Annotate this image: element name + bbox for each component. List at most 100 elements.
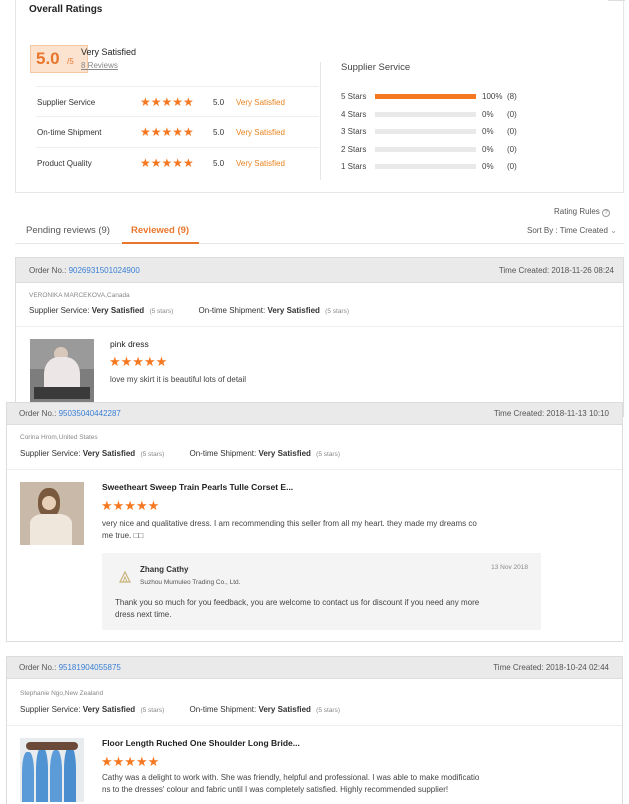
rating-rules-link[interactable]: Rating Rules ? <box>554 207 611 217</box>
distribution-percent: 0% <box>482 145 494 154</box>
dimension-verdict: Very Satisfied <box>236 128 285 137</box>
review-comment-line-1: Cathy was a delight to work with. She wa… <box>102 773 480 782</box>
tabs-divider <box>15 243 624 244</box>
review-stars: ★★★★★ <box>101 754 160 769</box>
divider <box>7 469 622 470</box>
review-header: Order No.: 95181904055875 Time Created: … <box>7 657 622 679</box>
dimension-stars: ★★★★★ <box>140 125 194 139</box>
overall-score: 5.0 <box>36 49 60 68</box>
review-comment-line-2: me true. □□ <box>102 531 144 540</box>
overall-ratings-title: Overall Ratings <box>29 4 103 15</box>
shipment-stars: (5 stars) <box>316 451 341 458</box>
supplier-service-value: Very Satisfied <box>91 306 145 315</box>
product-title[interactable]: Floor Length Ruched One Shoulder Long Br… <box>102 738 300 748</box>
divider <box>16 326 623 327</box>
review-card: Order No.: 95035040442287 Time Created: … <box>6 402 623 642</box>
supplier-service-stars: (5 stars) <box>140 707 165 714</box>
review-comment-line-1: very nice and qualitative dress. I am re… <box>102 519 477 528</box>
tab-reviewed[interactable]: Reviewed (9) <box>122 225 199 244</box>
order-label: Order No.: <box>19 409 57 418</box>
time-created: Time Created: 2018-11-13 10:10 <box>493 409 609 418</box>
product-title[interactable]: pink dress <box>110 339 149 349</box>
supplier-service-value: Very Satisfied <box>82 449 136 458</box>
dimension-value: 5.0 <box>213 98 225 107</box>
reply-date: 13 Nov 2018 <box>491 564 528 571</box>
review-comment-line-2: ns to the dresses' colour and fabric unt… <box>102 785 449 794</box>
seller-logo-icon <box>118 570 132 583</box>
distribution-count: (8) <box>507 92 517 101</box>
review-card: Order No.: 9026931501024900 Time Created… <box>15 257 624 417</box>
chevron-down-icon: ⌄ <box>610 226 617 235</box>
review-card: Order No.: 95181904055875 Time Created: … <box>6 656 623 804</box>
shipment-value: Very Satisfied <box>258 449 311 458</box>
divider <box>320 62 321 180</box>
product-thumbnail[interactable] <box>20 482 84 545</box>
card-edge <box>608 0 625 1</box>
distribution-bar <box>375 147 476 152</box>
supplier-service-label: Supplier Service: <box>20 705 81 714</box>
sort-dropdown[interactable]: Sort By : Time Created ⌄ <box>527 226 617 235</box>
distribution-percent: 0% <box>482 127 494 136</box>
overall-verdict: Very Satisfied <box>81 47 137 57</box>
dimension-stars: ★★★★★ <box>140 156 194 170</box>
dimension-verdict: Very Satisfied <box>236 98 285 107</box>
review-comment: love my skirt it is beautiful lots of de… <box>110 375 247 384</box>
distribution-percent: 0% <box>482 110 494 119</box>
order-number-link[interactable]: 95181904055875 <box>59 663 121 672</box>
dimension-value: 5.0 <box>213 159 225 168</box>
dimension-stars: ★★★★★ <box>140 95 194 109</box>
distribution-bar <box>375 129 476 134</box>
overall-score-suffix: /5 <box>67 57 74 66</box>
order-label: Order No.: <box>29 266 67 275</box>
shipment-stars: (5 stars) <box>325 308 350 315</box>
shipment-stars: (5 stars) <box>316 707 341 714</box>
review-stars: ★★★★★ <box>101 498 160 513</box>
order-info: Order No.: 95181904055875 <box>19 663 121 672</box>
order-info: Order No.: 9026931501024900 <box>29 266 140 275</box>
distribution-bar <box>375 164 476 169</box>
overall-reviews-count: 8 Reviews <box>81 61 118 70</box>
distribution-label: 1 Stars <box>341 162 367 171</box>
reviewer-name: Stephanie Ngo,New Zealand <box>20 690 104 697</box>
supplier-service-label: Supplier Service: <box>20 449 81 458</box>
dimension-label: Product Quality <box>37 159 92 168</box>
dimension-verdict: Very Satisfied <box>236 159 285 168</box>
sort-label: Sort By : Time Created <box>527 226 608 235</box>
distribution-bar-fill <box>375 94 476 99</box>
rating-rules-label: Rating Rules <box>554 207 600 216</box>
product-thumbnail[interactable] <box>30 339 94 403</box>
time-created: Time Created: 2018-10-24 02:44 <box>493 663 609 672</box>
distribution-count: (0) <box>507 110 517 119</box>
distribution-label: 2 Stars <box>341 145 367 154</box>
dimension-row-supplier-service: Supplier Service ★★★★★ 5.0 Very Satisfie… <box>36 86 319 117</box>
shipment-value: Very Satisfied <box>258 705 311 714</box>
tab-pending-reviews[interactable]: Pending reviews (9) <box>26 225 110 236</box>
dimension-label: Supplier Service <box>37 98 96 107</box>
time-created: Time Created: 2018-11-26 08:24 <box>498 266 614 275</box>
distribution-label: 5 Stars <box>341 92 367 101</box>
overall-score-badge: 5.0 /5 <box>30 45 88 73</box>
dimension-value: 5.0 <box>213 128 225 137</box>
supplier-service-label: Supplier Service: <box>29 306 90 315</box>
overall-ratings-card: Overall Ratings 5.0 /5 Very Satisfied 8 … <box>15 0 625 193</box>
reply-company: Suzhou Mumuleo Trading Co., Ltd. <box>140 579 241 586</box>
divider <box>7 725 622 726</box>
reply-text-line-1: Thank you so much for you feedback, you … <box>115 598 480 607</box>
reply-text-line-2: dress next time. <box>115 610 172 619</box>
distribution-percent: 0% <box>482 162 494 171</box>
supplier-service-stars: (5 stars) <box>140 451 165 458</box>
dimension-row-product-quality: Product Quality ★★★★★ 5.0 Very Satisfied <box>36 148 319 179</box>
order-info: Order No.: 95035040442287 <box>19 409 121 418</box>
order-number-link[interactable]: 95035040442287 <box>59 409 121 418</box>
dimension-row-on-time-shipment: On-time Shipment ★★★★★ 5.0 Very Satisfie… <box>36 117 319 148</box>
seller-reply: Zhang Cathy 13 Nov 2018 Suzhou Mumuleo T… <box>102 553 541 630</box>
shipment-label: On-time Shipment: <box>189 705 257 714</box>
shipment-label: On-time Shipment: <box>198 306 266 315</box>
product-title[interactable]: Sweetheart Sweep Train Pearls Tulle Cors… <box>102 482 293 492</box>
review-header: Order No.: 95035040442287 Time Created: … <box>7 403 622 425</box>
tab-reviewed-label: Reviewed (9) <box>131 225 190 236</box>
review-stars: ★★★★★ <box>109 354 168 369</box>
product-thumbnail[interactable] <box>20 738 84 802</box>
dimension-label: On-time Shipment <box>37 128 102 137</box>
order-number-link[interactable]: 9026931501024900 <box>69 266 140 275</box>
